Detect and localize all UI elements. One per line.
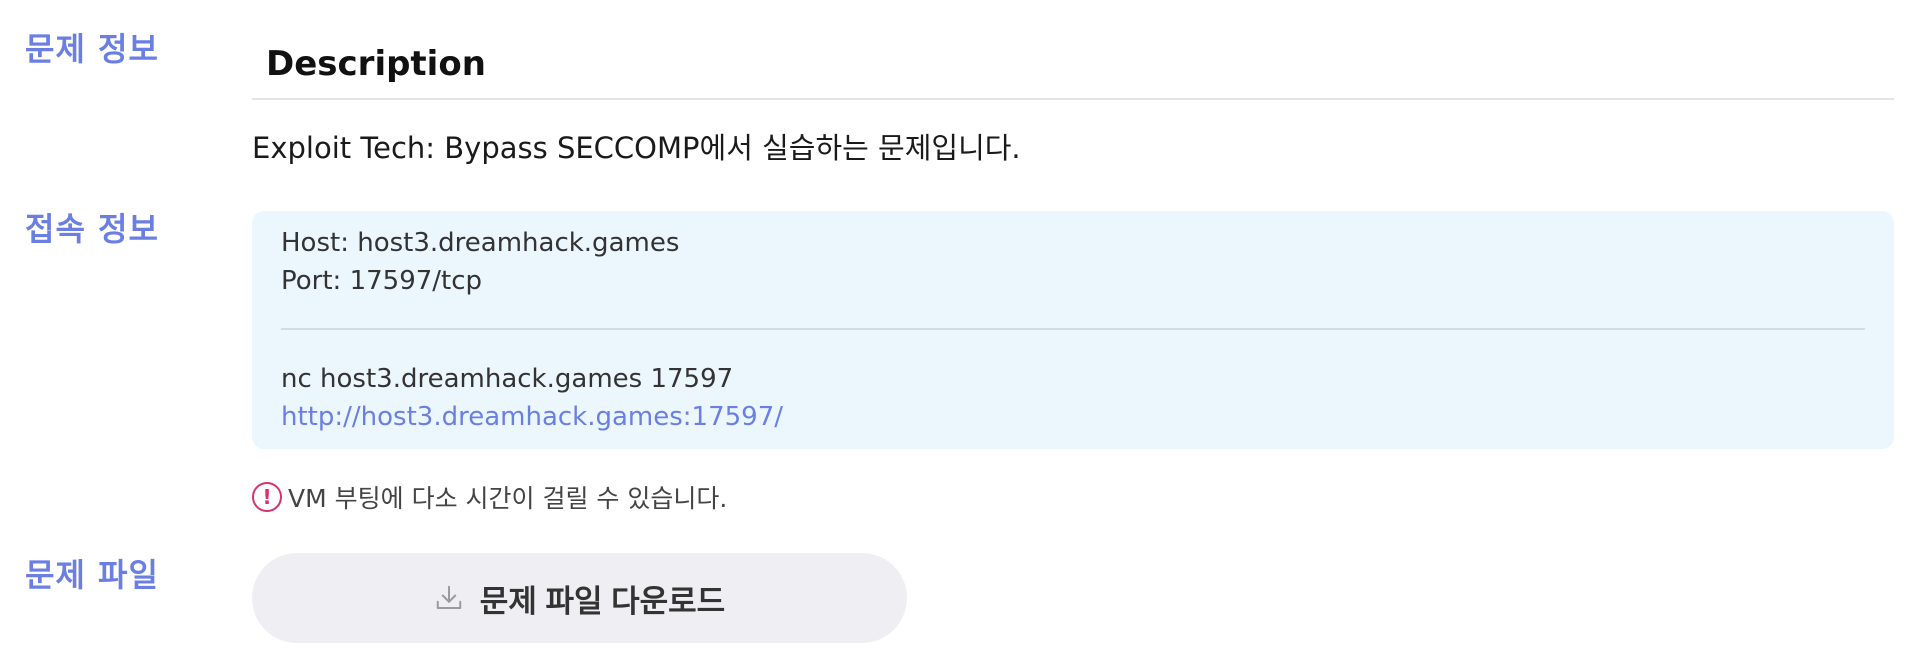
description-text: Exploit Tech: Bypass SECCOMP에서 실습하는 문제입니… bbox=[252, 131, 1021, 165]
download-icon bbox=[436, 585, 462, 609]
nc-command-text: nc host3.dreamhack.games 17597 bbox=[281, 364, 734, 394]
section-label-problem-file: 문제 파일 bbox=[25, 556, 159, 594]
download-button-label: 문제 파일 다운로드 bbox=[479, 583, 726, 619]
vm-boot-warning: ! VM 부팅에 다소 시간이 걸릴 수 있습니다. bbox=[252, 478, 727, 516]
exclamation-circle-icon: ! bbox=[252, 482, 282, 512]
description-heading: Description bbox=[252, 42, 1894, 100]
challenge-url-link[interactable]: http://host3.dreamhack.games:17597/ bbox=[281, 402, 783, 432]
port-text: Port: 17597/tcp bbox=[281, 266, 483, 296]
section-label-problem-info: 문제 정보 bbox=[25, 30, 159, 68]
download-problem-file-button[interactable]: 문제 파일 다운로드 bbox=[252, 553, 907, 643]
connection-divider bbox=[281, 328, 1865, 330]
warning-text: VM 부팅에 다소 시간이 걸릴 수 있습니다. bbox=[288, 484, 728, 513]
section-label-connection-info: 접속 정보 bbox=[25, 210, 159, 248]
challenge-page: 문제 정보 접속 정보 문제 파일 Description Exploit Te… bbox=[0, 0, 1906, 666]
host-text: Host: host3.dreamhack.games bbox=[281, 228, 680, 258]
connection-info-box: Host: host3.dreamhack.games Port: 17597/… bbox=[252, 211, 1894, 449]
